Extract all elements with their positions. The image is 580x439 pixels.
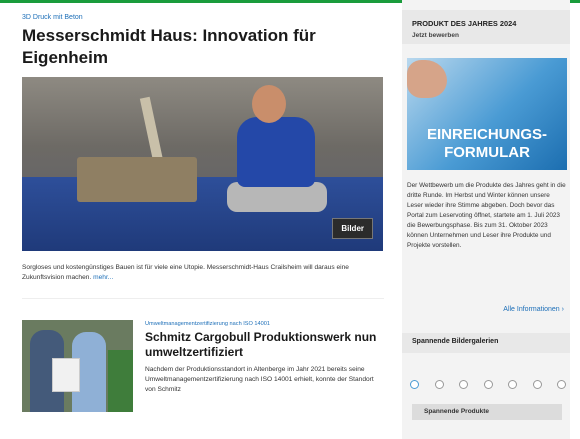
hero-image-person-head (252, 85, 286, 123)
hero-teaser: Sorgloses und kostengünstiges Bauen ist … (22, 263, 384, 283)
gallery-pagination (410, 380, 566, 389)
promo-hand-graphic (407, 60, 447, 98)
sidebar: PRODUKT DES JAHRES 2024 Jetzt bewerben E… (402, 0, 570, 439)
gallery-dot[interactable] (410, 380, 419, 389)
article2-image[interactable] (22, 320, 133, 412)
hero-image[interactable]: Bilder (22, 77, 383, 251)
gallery-dot[interactable] (434, 380, 444, 389)
hero-more-link[interactable]: mehr... (93, 274, 113, 281)
gallery-dot[interactable] (459, 380, 468, 389)
article2-title[interactable]: Schmitz Cargobull Produktionswerk nun um… (145, 330, 385, 360)
gallery-dot[interactable] (508, 380, 517, 389)
hero-kicker[interactable]: 3D Druck mit Beton (22, 14, 83, 21)
gallery-dot[interactable] (483, 380, 493, 389)
hero-title[interactable]: Messerschmidt Haus: Innovation für Eigen… (22, 25, 362, 69)
sidebar-title: PRODUKT DES JAHRES 2024 (412, 19, 517, 28)
promo-line2: FORMULAR (444, 144, 530, 161)
hero-teaser-text: Sorgloses und kostengünstiges Bauen ist … (22, 264, 349, 281)
article2-text: Nachdem der Produktionsstandort in Alten… (145, 366, 374, 393)
promo-line1: EINREICHUNGS- (426, 126, 547, 143)
gallery-dot[interactable] (557, 380, 566, 389)
sidebar-more-link-label: Alle Informationen (503, 306, 560, 313)
promo-banner[interactable]: EINREICHUNGS- FORMULAR (407, 58, 567, 170)
article2-image-plant (108, 350, 133, 412)
sidebar-subtitle: Jetzt bewerben (412, 32, 459, 39)
sidebar-bottom-label: Spannende Produkte (424, 408, 490, 415)
gallery-button[interactable]: Bilder (332, 218, 373, 239)
article2-image-certificate (52, 358, 80, 392)
hero-image-printed-wall (77, 157, 197, 202)
article2-kicker[interactable]: Umweltmanagementzertifizierung nach ISO … (145, 321, 270, 327)
sidebar-more-link[interactable]: Alle Informationen › (503, 306, 564, 313)
gallery-dot[interactable] (532, 380, 542, 389)
gallery-title: Spannende Bildergalerien (412, 338, 499, 345)
sidebar-text: Der Wettbewerb um die Produkte des Jahre… (407, 182, 566, 249)
chevron-right-icon: › (561, 306, 564, 313)
hero-image-person-body (237, 117, 315, 187)
divider (22, 298, 384, 299)
